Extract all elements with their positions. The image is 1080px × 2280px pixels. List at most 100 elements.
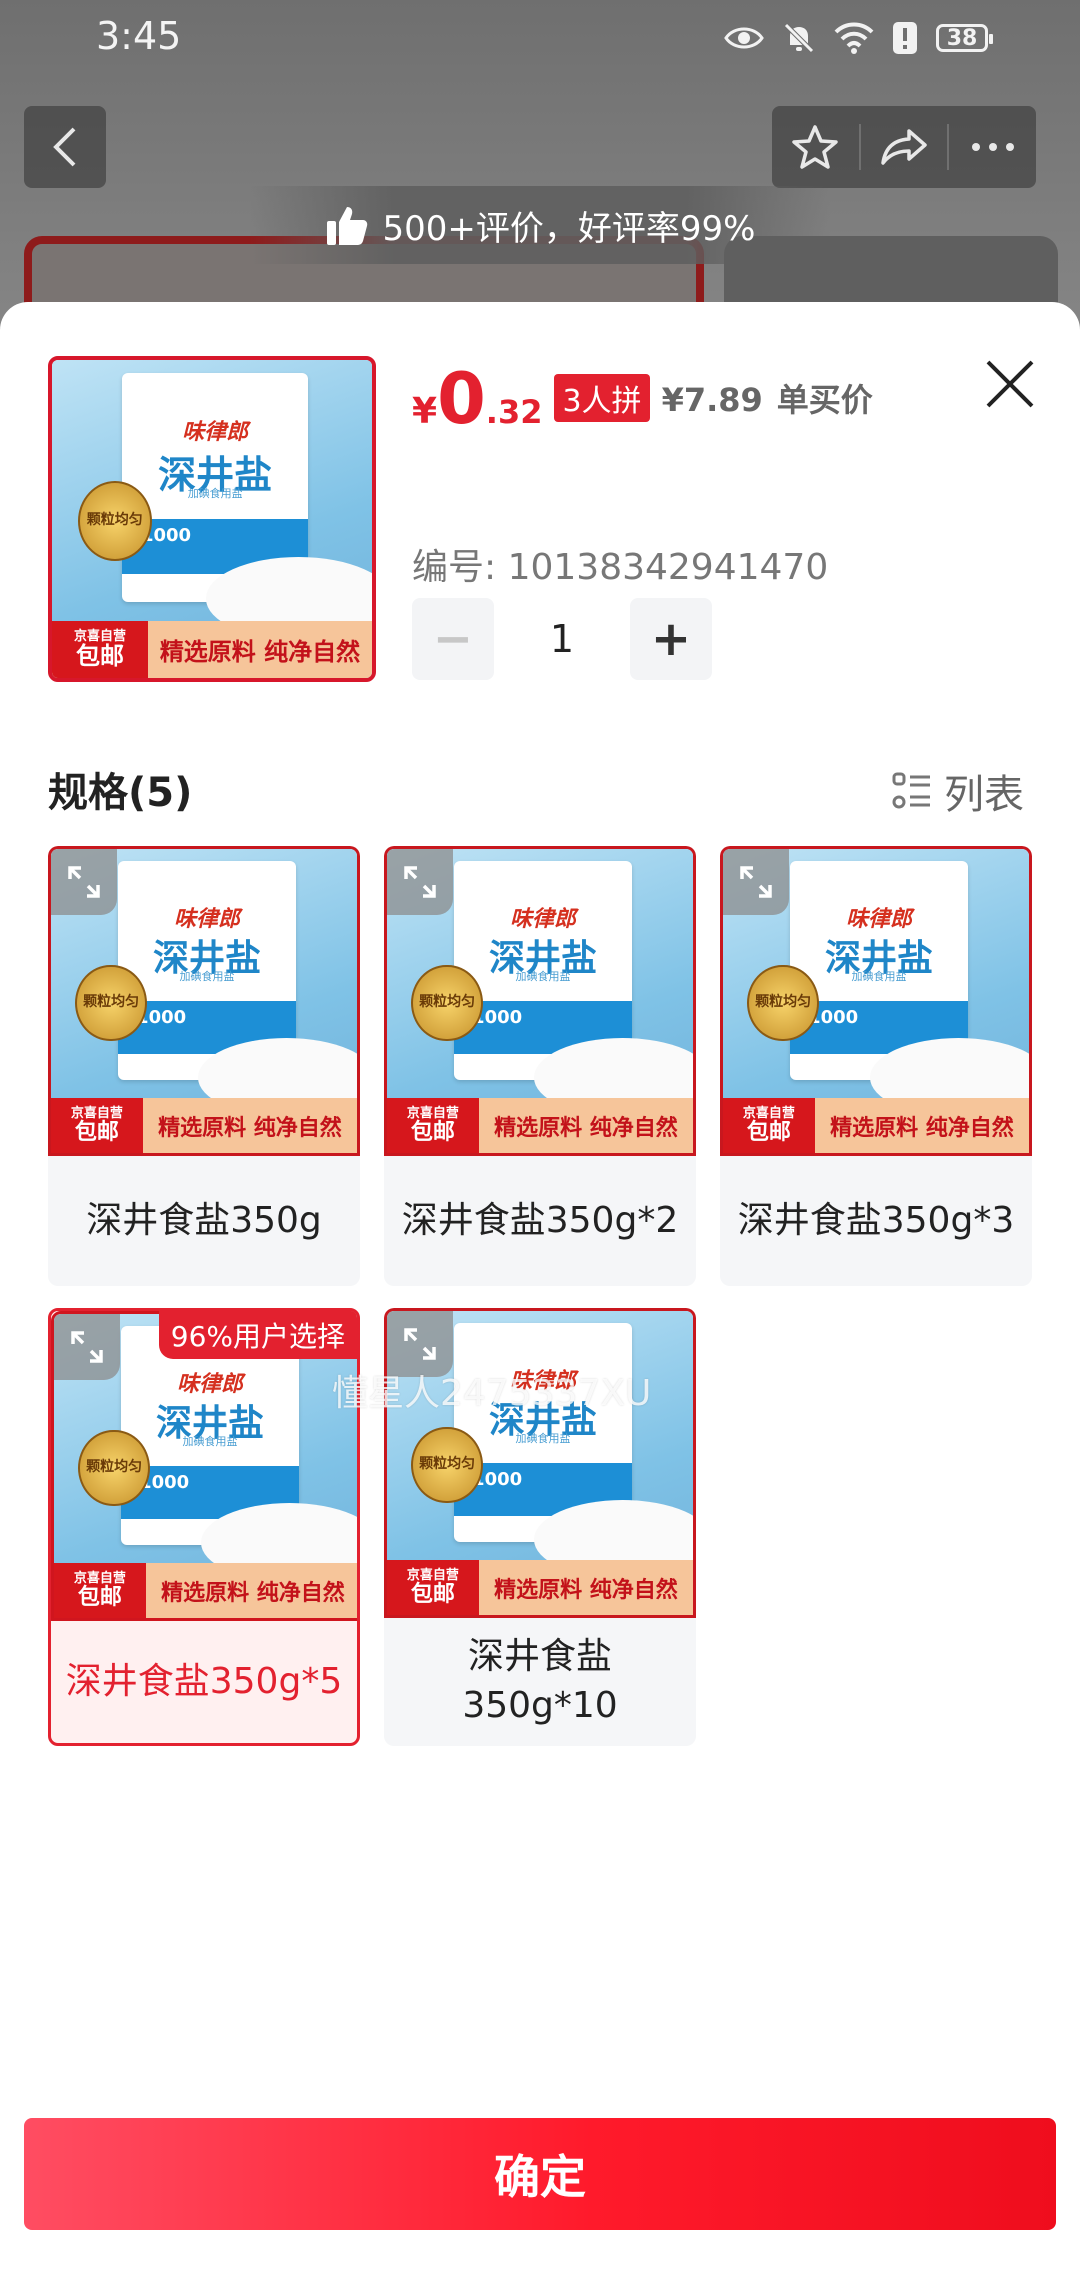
spec-option[interactable]: 味律郎 深井盐 加碘食用盐 1000 颗粒均匀 京喜自营 包邮 精选原料 纯净自… — [720, 846, 1032, 1286]
close-icon[interactable] — [980, 354, 1040, 414]
spec-option-label: 深井食盐350g*3 — [737, 1199, 1015, 1241]
share-button[interactable] — [861, 106, 948, 188]
share-icon — [881, 129, 927, 165]
image-footer: 京喜自营 包邮 精选原料 纯净自然 — [51, 1098, 357, 1153]
image-footer: 京喜自营 包邮 精选原料 纯净自然 — [52, 620, 372, 678]
image-footer: 京喜自营 包邮 精选原料 纯净自然 — [387, 1560, 693, 1615]
single-buy-label: 单买价 — [776, 381, 873, 419]
review-text: 500+评价，好评率99% — [382, 208, 756, 249]
review-banner: 500+评价，好评率99% — [250, 186, 830, 264]
list-icon — [892, 772, 930, 809]
ship-badge-bottom: 包邮 — [74, 1119, 119, 1145]
ship-badge: 京喜自营 包邮 — [387, 1098, 479, 1153]
more-button[interactable] — [949, 106, 1036, 188]
spec-option-image: 味律郎 深井盐 加碘食用盐 1000 颗粒均匀 京喜自营 包邮 精选原料 纯净自… — [720, 846, 1032, 1156]
favorite-button[interactable] — [772, 106, 859, 188]
popular-choice-badge: 96%用户选择 — [158, 1311, 357, 1359]
ship-badge: 京喜自营 包邮 — [54, 1563, 146, 1618]
brand-logo: 味律郎 — [174, 906, 241, 932]
product-artwork: 味律郎 深井盐 加碘食用盐 1000 颗粒均匀 京喜自营 包邮 精选原料 纯净自… — [52, 360, 372, 678]
decrease-button[interactable]: − — [412, 598, 494, 680]
price-integer: 0 — [437, 358, 486, 440]
top-action-bar — [772, 106, 1036, 188]
ship-badge: 京喜自营 包邮 — [723, 1098, 815, 1153]
status-time: 3:45 — [96, 14, 182, 58]
medal-badge: 颗粒均匀 — [411, 1426, 483, 1504]
medal-badge: 颗粒均匀 — [77, 480, 152, 562]
brand-logo: 味律郎 — [510, 906, 577, 932]
more-icon — [971, 143, 1014, 151]
product-image[interactable]: 味律郎 深井盐 加碘食用盐 1000 颗粒均匀 京喜自营 包邮 精选原料 纯净自… — [48, 356, 376, 682]
ship-badge-bottom: 包邮 — [410, 1119, 455, 1145]
ship-badge-bottom: 包邮 — [77, 1584, 122, 1610]
expand-icon[interactable] — [723, 849, 789, 915]
price-currency: ¥ — [412, 391, 438, 432]
watermark-text: 懂星人2475337XU — [332, 1373, 652, 1414]
image-slogan: 精选原料 纯净自然 — [161, 1580, 345, 1606]
spec-option[interactable]: 味律郎 深井盐 加碘食用盐 1000 颗粒均匀 京喜自营 包邮 精选原料 纯净自… — [48, 1308, 360, 1746]
image-footer: 京喜自营 包邮 精选原料 纯净自然 — [723, 1098, 1029, 1153]
back-button[interactable] — [24, 106, 106, 188]
expand-icon[interactable] — [387, 849, 453, 915]
medal-badge: 颗粒均匀 — [411, 964, 483, 1042]
ship-badge-top: 京喜自营 — [70, 1106, 123, 1122]
medal-badge: 颗粒均匀 — [747, 964, 819, 1042]
spec-option[interactable]: 味律郎 深井盐 加碘食用盐 1000 颗粒均匀 京喜自营 包邮 精选原料 纯净自… — [384, 846, 696, 1286]
brand-logo: 味律郎 — [182, 419, 249, 445]
package-sub: 加碘食用盐 — [182, 1435, 238, 1449]
ship-badge: 京喜自营 包邮 — [387, 1560, 479, 1615]
single-buy-price: ¥7.89 — [661, 381, 763, 419]
price-decimal: .32 — [485, 393, 543, 431]
chevron-left-icon — [53, 127, 76, 167]
package-sub: 加碘食用盐 — [851, 970, 907, 984]
group-buy-badge: 3人拼 — [554, 374, 650, 422]
spec-option-image: 味律郎 深井盐 加碘食用盐 1000 颗粒均匀 京喜自营 包邮 精选原料 纯净自… — [384, 846, 696, 1156]
expand-icon[interactable] — [54, 1314, 120, 1380]
ship-badge-bottom: 包邮 — [410, 1581, 455, 1607]
price-row: ¥ 0 .32 3人拼 ¥7.89 单买价 — [412, 364, 873, 444]
image-slogan: 精选原料 纯净自然 — [159, 637, 361, 666]
ship-badge-top: 京喜自营 — [742, 1106, 795, 1122]
ship-badge: 京喜自营 包邮 — [51, 1098, 143, 1153]
spec-option-label: 深井食盐350g*2 — [401, 1199, 679, 1241]
bell-off-icon — [784, 23, 814, 53]
package-sub: 加碘食用盐 — [179, 970, 235, 984]
list-view-toggle[interactable]: 列表 — [892, 762, 1024, 820]
wifi-icon — [834, 22, 874, 54]
ship-badge-top: 京喜自营 — [406, 1106, 459, 1122]
status-icons: 38 — [724, 18, 993, 58]
spec-option[interactable]: 味律郎 深井盐 加碘食用盐 1000 颗粒均匀 京喜自营 包邮 精选原料 纯净自… — [48, 846, 360, 1286]
sku-number: 编号: 10138342941470 — [412, 547, 829, 588]
eye-icon — [724, 27, 764, 49]
package-sub: 加碘食用盐 — [515, 970, 571, 984]
spec-title: 规格(5) — [48, 770, 193, 816]
ship-badge-top: 京喜自营 — [406, 1568, 459, 1584]
increase-button[interactable]: + — [630, 598, 712, 680]
medal-badge: 颗粒均匀 — [75, 964, 147, 1042]
spec-option-label: 深井食盐350g — [86, 1199, 322, 1241]
spec-option-image: 味律郎 深井盐 加碘食用盐 1000 颗粒均匀 京喜自营 包邮 精选原料 纯净自… — [48, 846, 360, 1156]
ship-badge-bottom: 包邮 — [746, 1119, 791, 1145]
ship-badge-top: 京喜自营 — [73, 1571, 126, 1587]
brand-logo: 味律郎 — [177, 1371, 244, 1397]
image-footer: 京喜自营 包邮 精选原料 纯净自然 — [387, 1098, 693, 1153]
image-slogan: 精选原料 纯净自然 — [494, 1115, 678, 1141]
spec-selection-sheet: 味律郎 深井盐 加碘食用盐 1000 颗粒均匀 京喜自营 包邮 精选原料 纯净自… — [0, 302, 1080, 2280]
status-bar: 3:45 38 — [0, 0, 1080, 74]
ship-badge: 京喜自营 包邮 — [52, 620, 148, 678]
spec-option-label: 深井食盐350g*5 — [65, 1660, 343, 1702]
confirm-button[interactable]: 确定 — [24, 2118, 1056, 2230]
thumbs-up-icon — [326, 207, 367, 245]
medal-badge: 颗粒均匀 — [78, 1429, 150, 1507]
image-slogan: 精选原料 纯净自然 — [830, 1115, 1014, 1141]
spec-option-label: 深井食盐 350g*10 — [462, 1636, 618, 1726]
brand-logo: 味律郎 — [846, 906, 913, 932]
package-sub: 加碘食用盐 — [515, 1432, 571, 1446]
expand-icon[interactable] — [51, 849, 117, 915]
package-sub: 加碘食用盐 — [187, 486, 243, 500]
image-slogan: 精选原料 纯净自然 — [158, 1115, 342, 1141]
list-toggle-label: 列表 — [944, 772, 1024, 818]
quantity-stepper: − 1 + — [412, 598, 712, 680]
quantity-value[interactable]: 1 — [494, 617, 630, 661]
star-icon — [792, 125, 839, 169]
